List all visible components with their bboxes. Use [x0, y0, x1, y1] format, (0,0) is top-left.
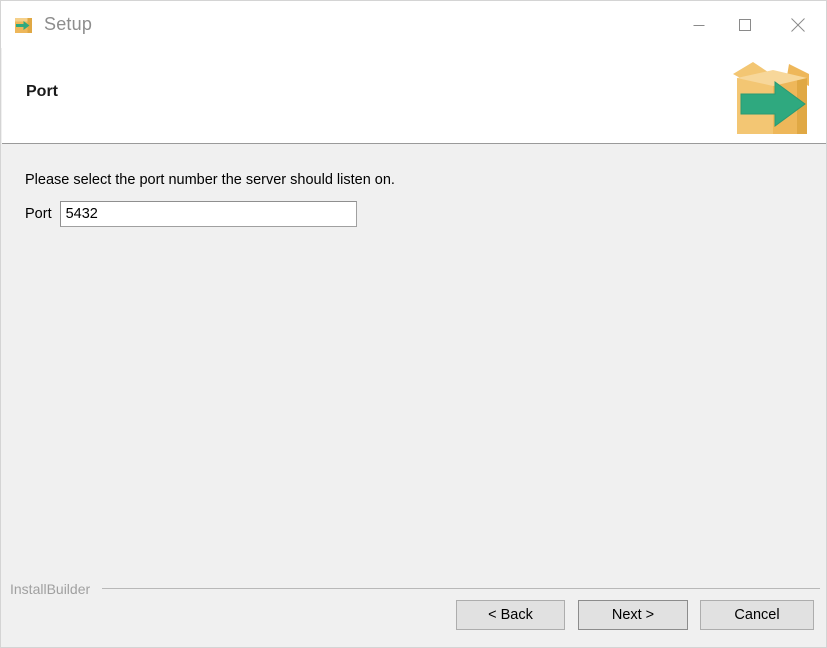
maximize-icon[interactable] [722, 1, 768, 48]
cancel-button[interactable]: Cancel [700, 600, 814, 630]
page-title: Port [26, 83, 58, 100]
minimize-icon[interactable] [676, 1, 722, 48]
port-input[interactable] [59, 201, 357, 227]
close-icon[interactable] [768, 1, 826, 48]
installbuilder-brand-label: InstallBuilder [10, 581, 91, 597]
page-header: Port [2, 48, 826, 144]
footer-separator [102, 588, 820, 589]
window-title: Setup [44, 14, 93, 34]
content-area: Please select the port number the server… [2, 146, 826, 576]
port-field-label: Port [25, 206, 52, 222]
button-bar: < Back Next > Cancel [2, 600, 826, 632]
window-controls [676, 1, 826, 48]
back-button[interactable]: < Back [456, 600, 565, 630]
next-button[interactable]: Next > [578, 600, 688, 630]
setup-window: Setup Port Please select the port number… [0, 0, 827, 648]
footer-area: InstallBuilder < Back Next > Cancel [2, 576, 826, 647]
installbuilder-box-arrow-logo [723, 54, 819, 140]
port-field-row: Port [25, 201, 357, 227]
instruction-text: Please select the port number the server… [25, 172, 395, 188]
package-arrow-icon [13, 14, 35, 36]
title-bar: Setup [1, 1, 826, 48]
